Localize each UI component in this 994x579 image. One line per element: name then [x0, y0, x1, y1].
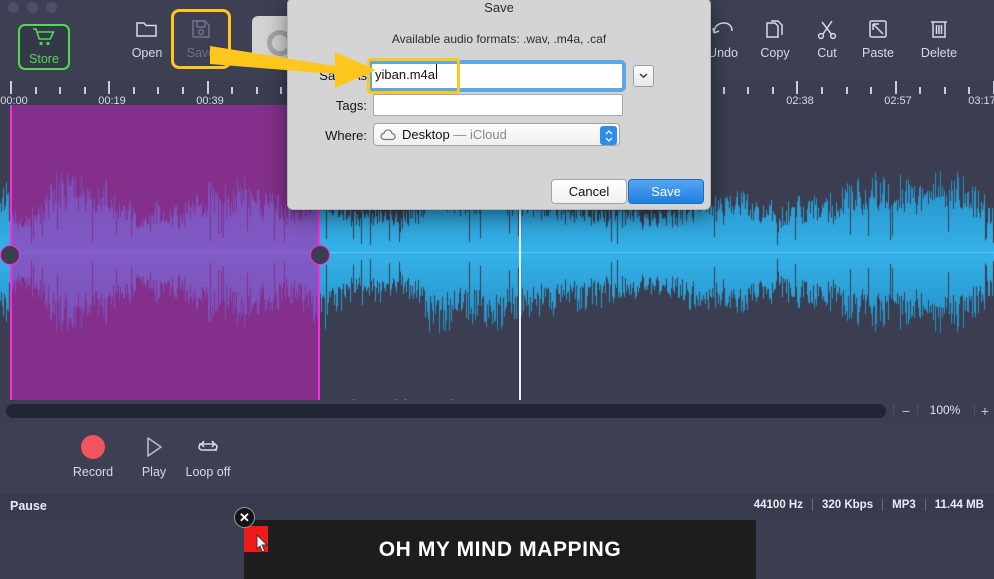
ruler-tick	[919, 87, 922, 94]
ruler-tick	[182, 87, 185, 94]
status-bar: Pause 44100 Hz 320 Kbps MP3 11.44 MB	[0, 494, 994, 520]
mouse-cursor	[256, 533, 270, 559]
record-button[interactable]: Record	[63, 432, 123, 479]
chevron-down-icon	[639, 73, 648, 79]
ad-close-icon[interactable]: ✕	[234, 507, 255, 528]
ruler-tick	[157, 87, 160, 94]
copy-label: Copy	[760, 46, 790, 60]
open-label: Open	[131, 46, 163, 60]
ruler-tick	[231, 87, 234, 94]
where-label: Where:	[325, 128, 367, 143]
ad-text: OH MY MIND MAPPING	[378, 537, 622, 561]
cut-label: Cut	[817, 46, 837, 60]
audio-editor-window: Store Open Save Undo Copy Cut Paste Dele…	[0, 0, 994, 579]
divider	[924, 499, 926, 511]
maximize-window-icon[interactable]	[46, 2, 57, 13]
ruler-tick	[34, 87, 37, 94]
dialog-save-button[interactable]: Save	[628, 179, 704, 204]
paste-button[interactable]: Paste	[847, 14, 909, 66]
store-button[interactable]: Store	[18, 24, 70, 70]
selection-handle-right[interactable]	[310, 245, 330, 265]
paste-label: Paste	[862, 46, 894, 60]
undo-arrow-icon	[710, 14, 736, 44]
play-button[interactable]: Play	[124, 432, 184, 479]
dialog-subtitle: Available audio formats: .wav, .m4a, .ca…	[391, 32, 607, 46]
ruler-tick	[747, 87, 750, 94]
record-label: Record	[72, 465, 114, 479]
paste-icon	[867, 14, 889, 44]
ruler-tick	[83, 87, 86, 94]
ruler-tick	[845, 87, 848, 94]
minimize-window-icon[interactable]	[27, 2, 38, 13]
ruler-tick	[132, 87, 135, 94]
ruler-tick	[108, 81, 111, 94]
save-as-highlight	[367, 58, 460, 94]
save-button-highlight	[171, 9, 231, 69]
ruler-tick	[59, 87, 62, 94]
zoom-out-button[interactable]: −	[895, 402, 917, 420]
expand-chevron-button[interactable]	[633, 65, 654, 87]
divider	[893, 404, 894, 417]
icloud-icon	[380, 128, 396, 140]
ruler-tick	[771, 87, 774, 94]
ruler-tick	[943, 87, 946, 94]
play-triangle-icon	[143, 432, 165, 462]
ad-banner[interactable]: OH MY MIND MAPPING	[244, 520, 756, 579]
ruler-tick	[796, 81, 799, 94]
sample-rate-label: 44100 Hz	[753, 499, 803, 511]
ad-area: OH MY MIND MAPPING	[0, 520, 994, 579]
loop-icon	[195, 432, 221, 462]
ruler-tick	[206, 81, 209, 94]
ruler-tick	[968, 87, 971, 94]
divider	[882, 499, 884, 511]
where-value: Desktop	[402, 127, 450, 142]
trash-icon	[929, 14, 949, 44]
select-arrows-icon	[600, 126, 617, 145]
ruler-tick	[10, 81, 12, 94]
ruler-tick	[894, 81, 897, 94]
audio-info: 44100 Hz 320 Kbps MP3 11.44 MB	[754, 499, 984, 511]
record-dot-icon	[81, 432, 105, 462]
delete-label: Delete	[920, 46, 958, 60]
divider	[811, 499, 813, 511]
undo-label: Undo	[708, 46, 738, 60]
selection-handle-left[interactable]	[0, 245, 20, 265]
cancel-button[interactable]: Cancel	[551, 179, 627, 204]
where-suffix: — iCloud	[453, 127, 507, 142]
delete-button[interactable]: Delete	[908, 14, 970, 66]
where-select[interactable]: Desktop — iCloud	[373, 123, 620, 146]
ruler-tick	[820, 87, 823, 94]
tags-input[interactable]	[373, 94, 623, 116]
bitrate-label: 320 Kbps	[821, 499, 874, 511]
horizontal-scrollbar[interactable]	[6, 404, 886, 418]
close-window-icon[interactable]	[8, 2, 19, 13]
loop-label: Loop off	[185, 465, 231, 479]
shopping-cart-icon	[32, 28, 56, 51]
scroll-zoom-bar: − 100% +	[0, 400, 994, 422]
dialog-title: Save	[484, 0, 514, 15]
playback-state-label: Pause	[10, 499, 47, 513]
play-label: Play	[141, 465, 167, 479]
save-as-label: Save As	[319, 68, 367, 83]
zoom-in-button[interactable]: +	[974, 402, 994, 420]
open-button[interactable]: Open	[116, 14, 178, 66]
store-label: Store	[29, 52, 59, 66]
window-traffic-lights	[8, 2, 57, 13]
folder-icon	[135, 14, 159, 44]
tags-label: Tags:	[335, 98, 367, 113]
transport-bar: Record Play Loop off 00:00/03:17	[0, 422, 994, 494]
selection-region[interactable]	[10, 105, 320, 400]
scissors-icon	[816, 14, 838, 44]
ruler-tick	[280, 87, 283, 94]
format-label: MP3	[892, 499, 916, 511]
copy-icon	[764, 14, 786, 44]
zoom-level-label: 100%	[929, 403, 961, 417]
ruler-tick	[870, 87, 873, 94]
loop-button[interactable]: Loop off	[178, 432, 238, 479]
ruler-tick	[722, 87, 725, 94]
ruler-tick	[255, 87, 258, 94]
filesize-label: 11.44 MB	[934, 499, 984, 511]
